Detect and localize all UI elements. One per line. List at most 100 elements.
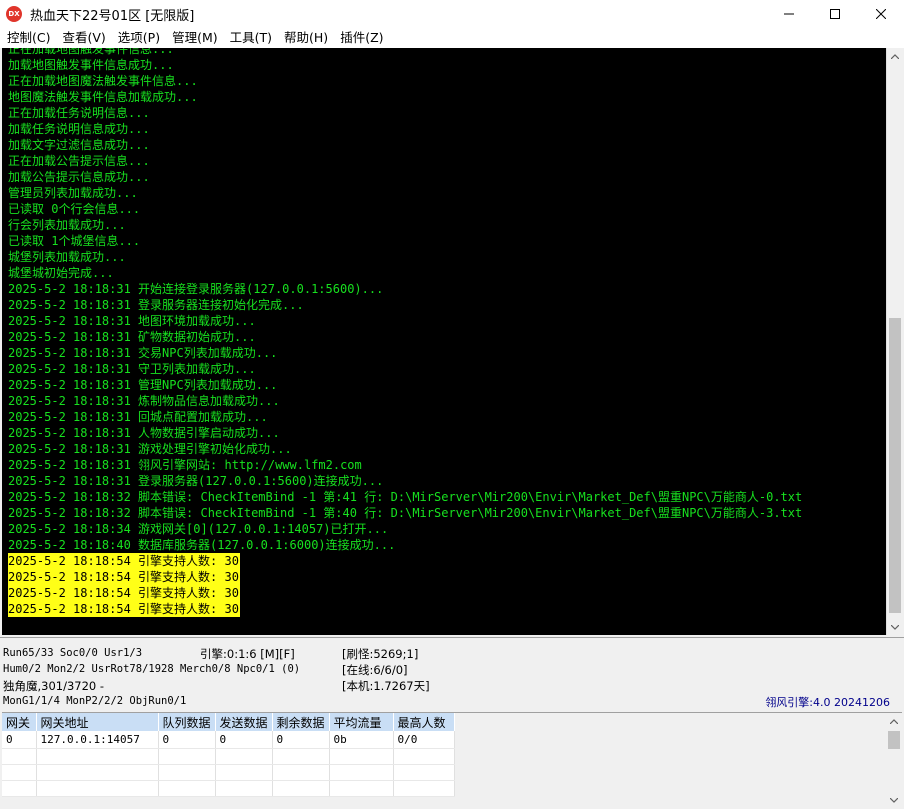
log-line: 2025-5-2 18:18:31 开始连接登录服务器(127.0.0.1:56… (8, 281, 886, 297)
table-cell[interactable]: 0 (215, 731, 272, 748)
menu-plugins[interactable]: 插件(Z) (334, 28, 389, 48)
window-title: 热血天下22号01区 [无限版] (30, 5, 194, 24)
status-refresh: [刷怪:5269;1] (342, 646, 418, 662)
table-row-empty (2, 780, 454, 796)
engine-version: 翎风引擎:4.0 20241206 (765, 694, 890, 710)
empty-cell (272, 764, 329, 780)
log-line: 2025-5-2 18:18:31 矿物数据初始成功... (8, 329, 886, 345)
empty-cell (158, 764, 215, 780)
empty-cell (329, 764, 393, 780)
maximize-icon (830, 9, 840, 19)
menu-view[interactable]: 查看(V) (56, 28, 111, 48)
log-line: 2025-5-2 18:18:31 管理NPC列表加载成功... (8, 377, 886, 393)
gateway-table: 网关 网关地址 队列数据 发送数据 剩余数据 平均流量 最高人数 0 127.0… (2, 713, 455, 797)
status-mon: MonG1/1/4 MonP2/2/2 ObjRun0/1 (3, 695, 186, 707)
window-controls (766, 0, 904, 28)
log-line: 2025-5-2 18:18:31 回城点配置加载成功... (8, 409, 886, 425)
status-local: [本机:1.7267天] (342, 678, 430, 694)
log-line: 加载地图触发事件信息成功... (8, 57, 886, 73)
scroll-down-button[interactable] (887, 619, 903, 635)
status-hum: Hum0/2 Mon2/2 UsrRot78/1928 Merch0/8 Npc… (3, 663, 300, 675)
log-line: 2025-5-2 18:18:31 人物数据引擎启动成功... (8, 425, 886, 441)
log-line: 行会列表加载成功... (8, 217, 886, 233)
empty-cell (215, 780, 272, 796)
title-bar: DX 热血天下22号01区 [无限版] (0, 0, 904, 28)
empty-cell (393, 780, 454, 796)
empty-cell (393, 748, 454, 764)
table-header-row: 网关 网关地址 队列数据 发送数据 剩余数据 平均流量 最高人数 (2, 713, 454, 731)
scroll-up-button[interactable] (886, 713, 902, 729)
log-line: 城堡列表加载成功... (8, 249, 886, 265)
log-console[interactable]: 正在加载地图触发事件信息... 加载地图触发事件信息成功...正在加载地图魔法触… (2, 48, 886, 635)
log-line-highlighted: 2025-5-2 18:18:54 引擎支持人数: 30 (8, 569, 240, 585)
status-online: [在线:6/6/0] (342, 662, 408, 678)
empty-cell (329, 748, 393, 764)
table-row[interactable]: 0 127.0.0.1:14057 0 0 0 0b 0/0 (2, 731, 454, 748)
maximize-button[interactable] (812, 0, 858, 28)
log-line-highlighted: 2025-5-2 18:18:54 引擎支持人数: 30 (8, 585, 240, 601)
menu-bar: 控制(C) 查看(V) 选项(P) 管理(M) 工具(T) 帮助(H) 插件(Z… (0, 28, 904, 48)
table-cell[interactable]: 127.0.0.1:14057 (36, 731, 158, 748)
empty-cell (215, 748, 272, 764)
log-line-highlighted: 2025-5-2 18:18:54 引擎支持人数: 30 (8, 601, 240, 617)
log-line-highlighted-row: 2025-5-2 18:18:54 引擎支持人数: 30 (8, 601, 886, 617)
scroll-thumb[interactable] (889, 318, 901, 613)
table-cell[interactable]: 0 (272, 731, 329, 748)
menu-manage[interactable]: 管理(M) (166, 28, 224, 48)
menu-options[interactable]: 选项(P) (112, 28, 166, 48)
table-cell[interactable]: 0/0 (393, 731, 454, 748)
column-header[interactable]: 网关 (2, 713, 36, 731)
log-line-highlighted-row: 2025-5-2 18:18:54 引擎支持人数: 30 (8, 585, 886, 601)
column-header[interactable]: 网关地址 (36, 713, 158, 731)
empty-cell (329, 780, 393, 796)
log-highlighted-lines: 2025-5-2 18:18:54 引擎支持人数: 302025-5-2 18:… (8, 553, 886, 617)
empty-cell (272, 748, 329, 764)
empty-cell (272, 780, 329, 796)
table-row-empty (2, 748, 454, 764)
empty-cell (215, 764, 272, 780)
scroll-thumb[interactable] (888, 731, 900, 749)
log-line: 地图魔法触发事件信息加载成功... (8, 89, 886, 105)
log-line: 2025-5-2 18:18:32 脚本错误: CheckItemBind -1… (8, 505, 886, 521)
log-line: 加载公告提示信息成功... (8, 169, 886, 185)
log-line: 2025-5-2 18:18:31 登录服务器(127.0.0.1:5600)连… (8, 473, 886, 489)
log-line: 2025-5-2 18:18:31 游戏处理引擎初始化成功... (8, 441, 886, 457)
table-cell[interactable]: 0 (158, 731, 215, 748)
status-monster: 独角魔,301/3720 - (3, 678, 104, 694)
empty-cell (2, 780, 36, 796)
column-header[interactable]: 最高人数 (393, 713, 454, 731)
log-lines: 加载地图触发事件信息成功...正在加载地图魔法触发事件信息...地图魔法触发事件… (8, 57, 886, 553)
table-cell[interactable]: 0b (329, 731, 393, 748)
log-line: 2025-5-2 18:18:32 脚本错误: CheckItemBind -1… (8, 489, 886, 505)
menu-help[interactable]: 帮助(H) (278, 28, 334, 48)
table-row-empty (2, 764, 454, 780)
empty-cell (2, 748, 36, 764)
log-line: 已读取 0个行会信息... (8, 201, 886, 217)
minimize-icon (784, 9, 794, 19)
empty-cell (36, 748, 158, 764)
log-scrollbar[interactable] (886, 48, 902, 635)
empty-cell (36, 764, 158, 780)
scroll-down-button[interactable] (886, 792, 902, 808)
column-header[interactable]: 发送数据 (215, 713, 272, 731)
log-line: 加载任务说明信息成功... (8, 121, 886, 137)
log-line: 2025-5-2 18:18:34 游戏网关[0](127.0.0.1:1405… (8, 521, 886, 537)
app-icon[interactable]: DX (6, 6, 22, 22)
column-header[interactable]: 平均流量 (329, 713, 393, 731)
scroll-up-button[interactable] (887, 48, 902, 64)
menu-tools[interactable]: 工具(T) (224, 28, 278, 48)
close-button[interactable] (858, 0, 904, 28)
table-cell[interactable]: 0 (2, 731, 36, 748)
gateway-scrollbar[interactable] (886, 713, 902, 808)
menu-control[interactable]: 控制(C) (0, 28, 56, 48)
close-icon (876, 9, 886, 19)
log-line: 2025-5-2 18:18:40 数据库服务器(127.0.0.1:6000)… (8, 537, 886, 553)
column-header[interactable]: 队列数据 (158, 713, 215, 731)
log-line: 2025-5-2 18:18:31 炼制物品信息加载成功... (8, 393, 886, 409)
log-line-highlighted-row: 2025-5-2 18:18:54 引擎支持人数: 30 (8, 553, 886, 569)
log-line: 正在加载地图触发事件信息... (8, 48, 886, 57)
minimize-button[interactable] (766, 0, 812, 28)
gateway-panel: 网关 网关地址 队列数据 发送数据 剩余数据 平均流量 最高人数 0 127.0… (2, 712, 902, 807)
column-header[interactable]: 剩余数据 (272, 713, 329, 731)
log-line: 已读取 1个城堡信息... (8, 233, 886, 249)
